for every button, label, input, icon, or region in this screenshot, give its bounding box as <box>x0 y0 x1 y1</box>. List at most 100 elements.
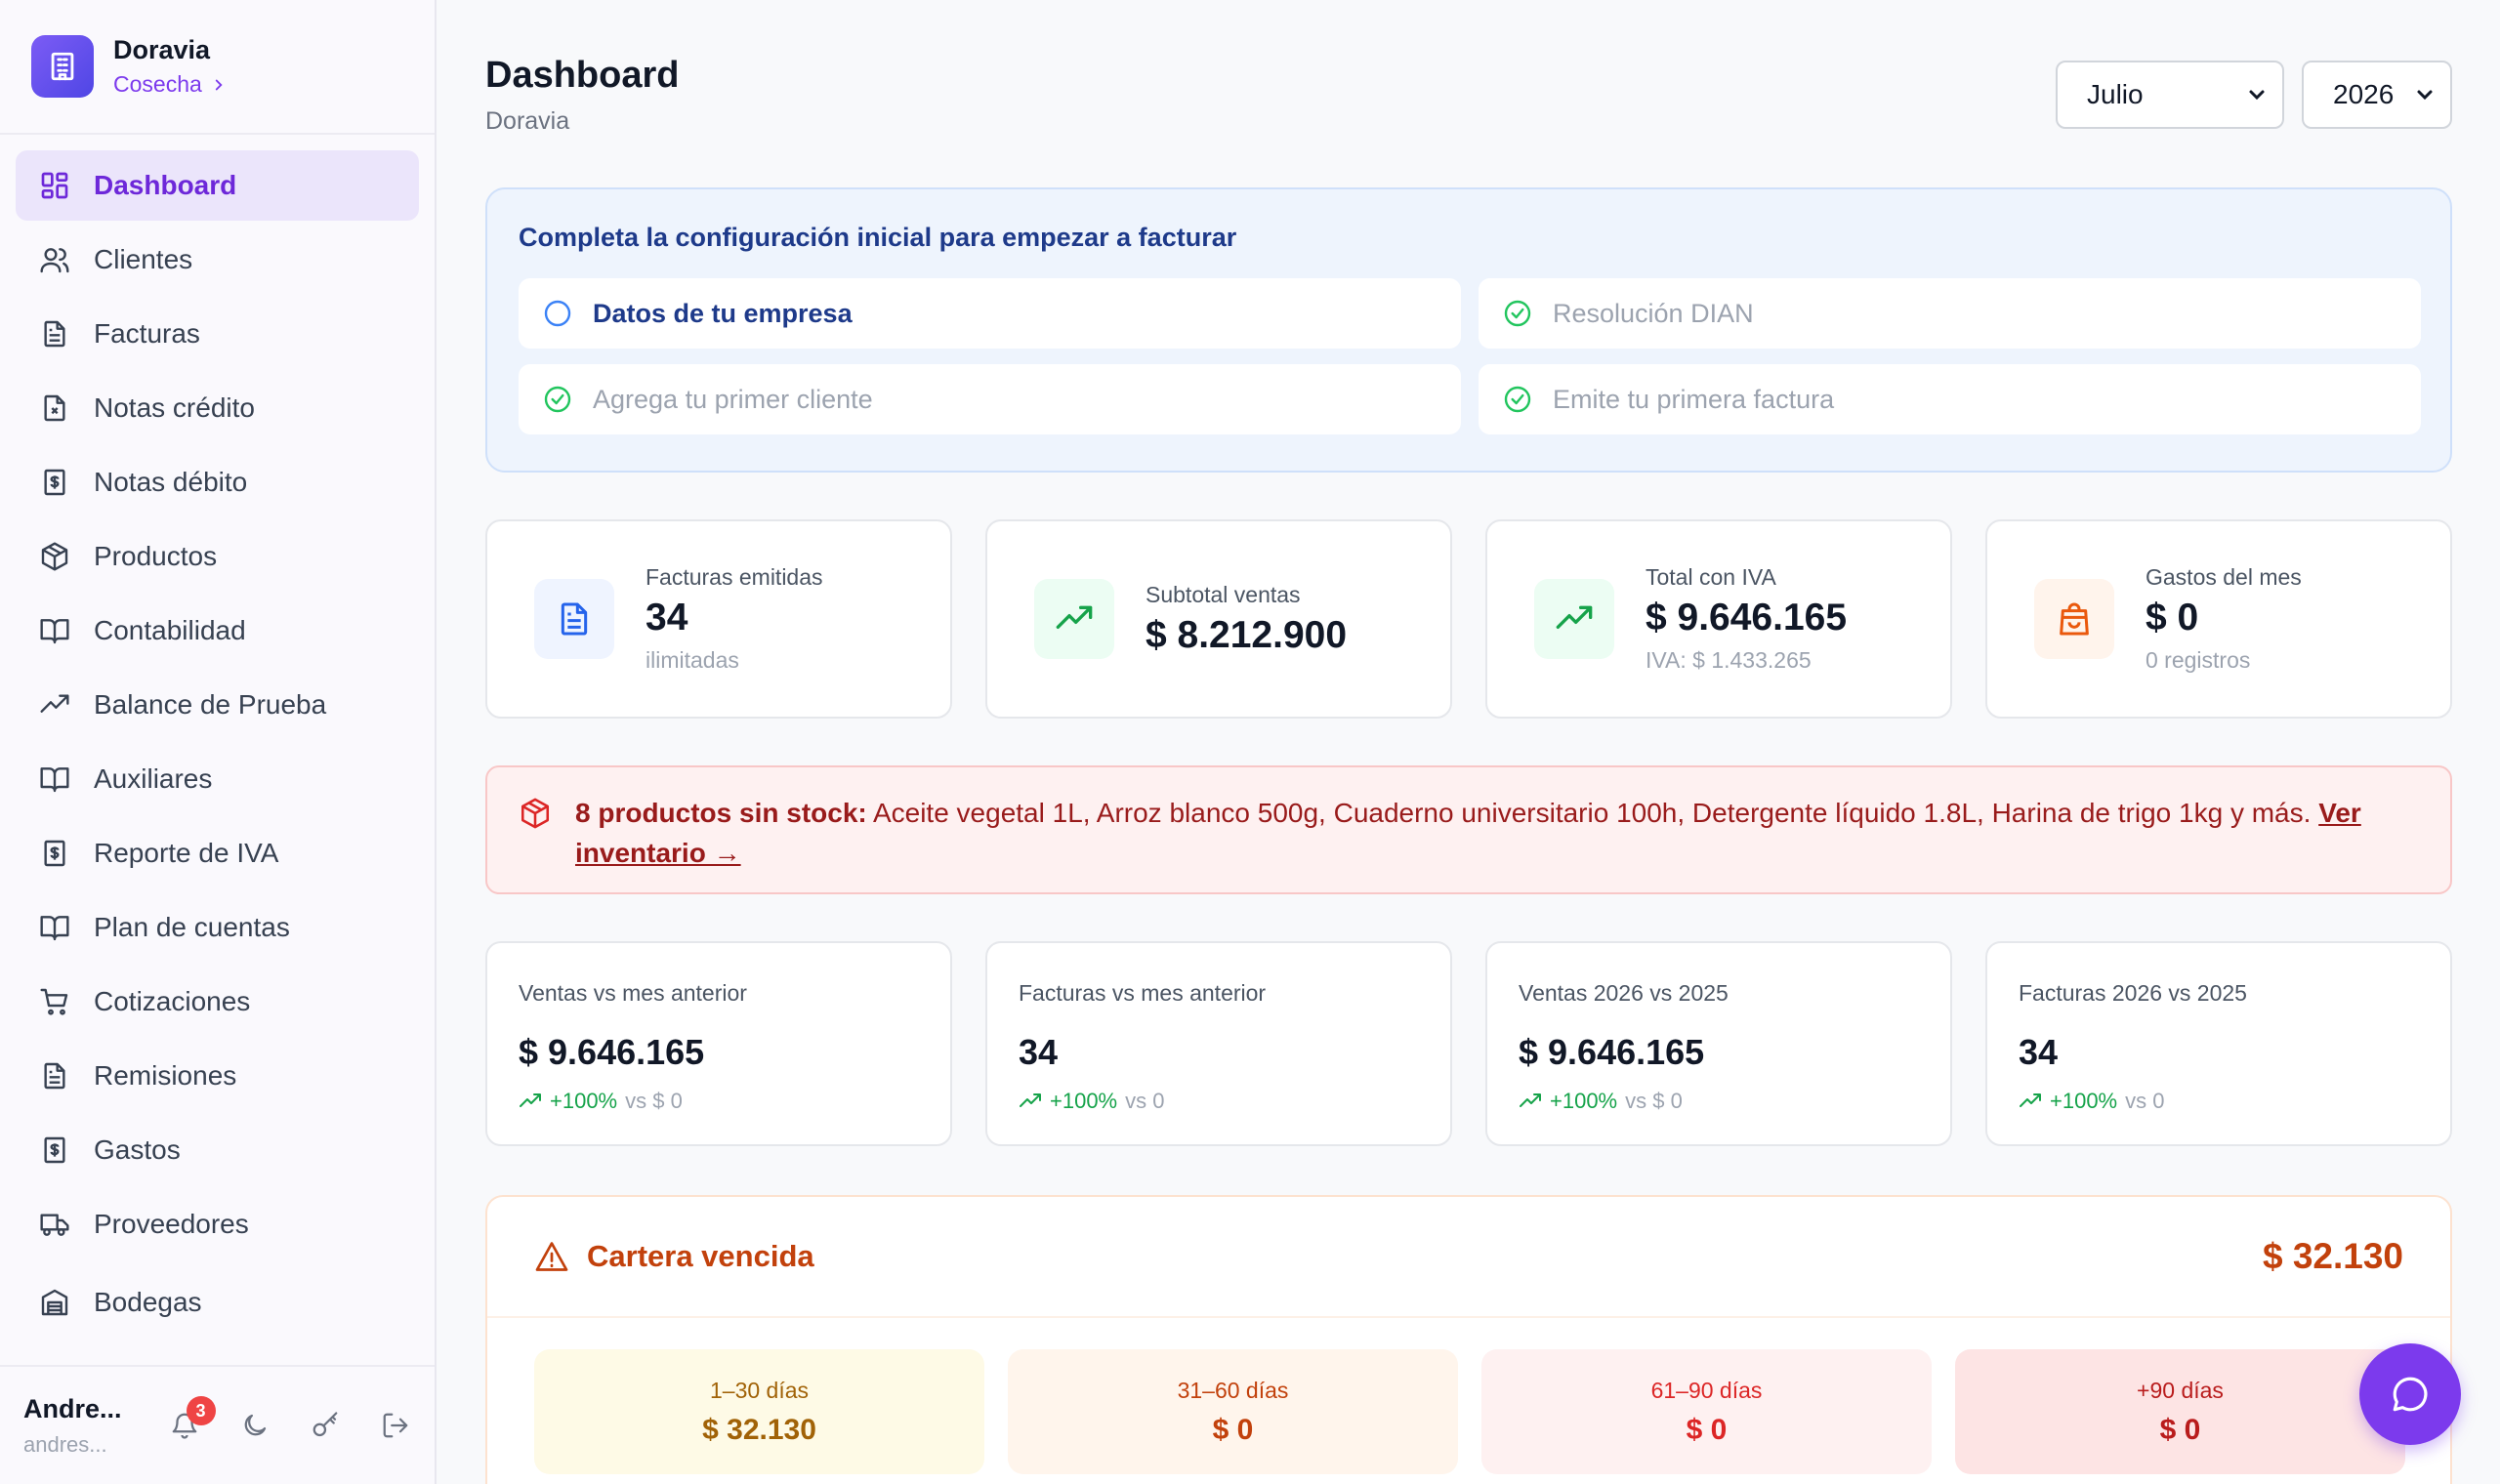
chat-bubble-icon <box>2390 1374 2431 1415</box>
cartera-bucket-1-30[interactable]: 1–30 días $ 32.130 <box>534 1349 984 1474</box>
sidebar-item-balance-de-prueba[interactable]: Balance de Prueba <box>16 670 419 740</box>
sidebar-item-label: Productos <box>94 541 218 571</box>
brand-name: Doravia <box>113 35 211 64</box>
sidebar-item-plan-de-cuentas[interactable]: Plan de cuentas <box>16 892 419 963</box>
user-info[interactable]: Andre... andres... <box>23 1394 122 1458</box>
comparison-label: Ventas vs mes anterior <box>519 980 747 1006</box>
trending-up-icon <box>1019 1090 1042 1113</box>
sidebar-item-dashboard[interactable]: Dashboard <box>16 150 419 221</box>
sidebar-item-clientes[interactable]: Clientes <box>16 225 419 295</box>
page-title: Dashboard <box>485 55 680 96</box>
stat-cards: Facturas emitidas 34 ilimitadas Subtotal… <box>485 519 2452 719</box>
sidebar-item-remisiones[interactable]: Remisiones <box>16 1041 419 1111</box>
shopping-bag-icon <box>2034 579 2114 659</box>
sidebar-item-auxiliares[interactable]: Auxiliares <box>16 744 419 814</box>
user-email: andres... <box>23 1431 107 1457</box>
sidebar-item-label: Remisiones <box>94 1060 237 1091</box>
setup-step-dian-resolution[interactable]: Resolución DIAN <box>1479 278 2421 349</box>
sidebar-item-notas-credito[interactable]: Notas crédito <box>16 373 419 443</box>
setup-step-label: Emite tu primera factura <box>1553 384 1835 414</box>
sidebar-item-label: Contabilidad <box>94 615 246 645</box>
theme-toggle-button[interactable] <box>237 1408 272 1443</box>
brand-header[interactable]: Doravia Cosecha <box>0 0 435 135</box>
cart-icon <box>39 986 70 1017</box>
alert-triangle-icon <box>534 1239 569 1274</box>
chevron-down-icon <box>2245 83 2269 106</box>
file-text-icon <box>39 1060 70 1092</box>
comparison-pct: +100% <box>1550 1089 1618 1113</box>
trending-up-icon <box>2019 1090 2042 1113</box>
comparison-label: Ventas 2026 vs 2025 <box>1519 980 1729 1006</box>
stat-value: 34 <box>646 597 688 639</box>
bucket-value: $ 0 <box>1686 1413 1728 1446</box>
comparison-cards: Ventas vs mes anterior $ 9.646.165 +100%… <box>485 941 2452 1146</box>
comparison-label: Facturas 2026 vs 2025 <box>2019 980 2247 1006</box>
comparison-label: Facturas vs mes anterior <box>1019 980 1267 1006</box>
bucket-value: $ 32.130 <box>702 1413 816 1446</box>
setup-step-first-invoice[interactable]: Emite tu primera factura <box>1479 364 2421 434</box>
notifications-button[interactable]: 3 <box>167 1396 216 1443</box>
sidebar-item-label: Plan de cuentas <box>94 912 290 942</box>
cartera-title: Cartera vencida <box>587 1239 814 1273</box>
year-select[interactable]: 2026 <box>2302 61 2452 129</box>
sidebar-item-reporte-de-iva[interactable]: Reporte de IVA <box>16 818 419 888</box>
setup-checklist: Completa la configuración inicial para e… <box>485 187 2452 473</box>
stock-alert-products: Aceite vegetal 1L, Arroz blanco 500g, Cu… <box>866 798 2319 828</box>
sidebar-item-label: Auxiliares <box>94 763 213 794</box>
truck-icon <box>39 1209 70 1240</box>
setup-title: Completa la configuración inicial para e… <box>519 223 1237 252</box>
sidebar-item-cotizaciones[interactable]: Cotizaciones <box>16 967 419 1037</box>
check-circle-icon <box>1502 298 1533 329</box>
comparison-value: 34 <box>2019 1032 2059 1072</box>
file-text-icon <box>39 318 70 350</box>
comparison-vs: vs $ 0 <box>1625 1089 1683 1113</box>
stat-card-total-con-iva: Total con IVA $ 9.646.165 IVA: $ 1.433.2… <box>1485 519 1952 719</box>
bucket-value: $ 0 <box>1212 1413 1254 1446</box>
sidebar-item-notas-debito[interactable]: Notas débito <box>16 447 419 517</box>
building-icon <box>31 35 94 98</box>
cartera-bucket-61-90[interactable]: 61–90 días $ 0 <box>1481 1349 1932 1474</box>
password-button[interactable] <box>308 1408 343 1443</box>
sidebar-item-label: Balance de Prueba <box>94 689 327 720</box>
circle-icon <box>542 298 573 329</box>
chevron-right-icon <box>210 76 228 94</box>
sidebar-item-bodegas[interactable]: Bodegas <box>16 1267 419 1338</box>
stat-value: $ 8.212.900 <box>1146 613 1348 656</box>
stat-foot: ilimitadas <box>646 647 739 673</box>
sidebar-item-contabilidad[interactable]: Contabilidad <box>16 596 419 666</box>
stat-foot: 0 registros <box>2146 647 2251 673</box>
sidebar-item-label: Bodegas <box>94 1287 202 1317</box>
sidebar-item-label: Reporte de IVA <box>94 838 279 868</box>
cartera-bucket-90-plus[interactable]: +90 días $ 0 <box>1955 1349 2405 1474</box>
brand-subtitle-label: Cosecha <box>113 71 202 97</box>
sidebar: Doravia Cosecha Dashboard Clientes Factu… <box>0 0 437 1484</box>
bucket-label: +90 días <box>2137 1377 2224 1403</box>
stat-value: $ 9.646.165 <box>1646 597 1848 639</box>
sidebar-nav: Dashboard Clientes Facturas Notas crédit… <box>0 135 435 1338</box>
logout-button[interactable] <box>378 1408 413 1443</box>
comparison-card-facturas-mes: Facturas vs mes anterior 34 +100% vs 0 <box>985 941 1452 1146</box>
cartera-bucket-31-60[interactable]: 31–60 días $ 0 <box>1008 1349 1458 1474</box>
setup-step-first-client[interactable]: Agrega tu primer cliente <box>519 364 1461 434</box>
setup-step-company-data[interactable]: Datos de tu empresa <box>519 278 1461 349</box>
sidebar-item-productos[interactable]: Productos <box>16 521 419 592</box>
stock-alert-strong: 8 productos sin stock: <box>575 798 867 828</box>
check-circle-icon <box>542 384 573 415</box>
sidebar-item-label: Dashboard <box>94 170 237 200</box>
brand-subtitle[interactable]: Cosecha <box>113 71 228 98</box>
sidebar-item-facturas[interactable]: Facturas <box>16 299 419 369</box>
sidebar-item-gastos[interactable]: Gastos <box>16 1115 419 1185</box>
stat-value: $ 0 <box>2146 597 2199 639</box>
comparison-card-ventas-anio: Ventas 2026 vs 2025 $ 9.646.165 +100% vs… <box>1485 941 1952 1146</box>
month-select[interactable]: Julio <box>2056 61 2284 129</box>
sidebar-item-label: Gastos <box>94 1134 181 1165</box>
comparison-vs: vs 0 <box>1125 1089 1165 1113</box>
sidebar-item-label: Cotizaciones <box>94 986 251 1016</box>
setup-step-label: Agrega tu primer cliente <box>593 384 873 414</box>
sidebar-item-proveedores[interactable]: Proveedores <box>16 1189 419 1259</box>
chat-button[interactable] <box>2359 1343 2461 1445</box>
comparison-vs: vs $ 0 <box>625 1089 683 1113</box>
setup-step-label: Datos de tu empresa <box>593 298 853 328</box>
file-dollar-icon <box>39 838 70 869</box>
check-circle-icon <box>1502 384 1533 415</box>
